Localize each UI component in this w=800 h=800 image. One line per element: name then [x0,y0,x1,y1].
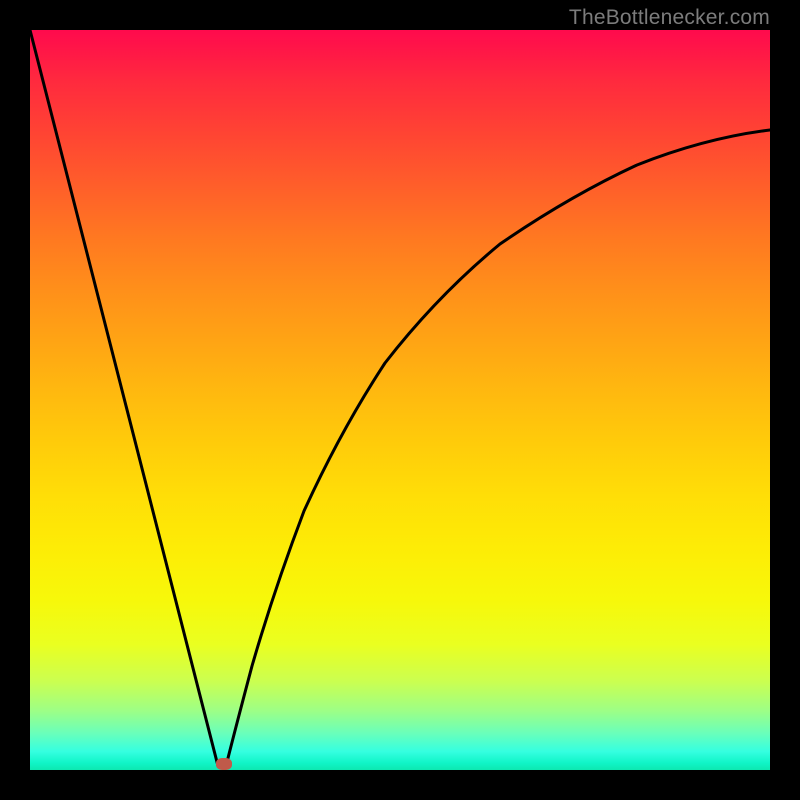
right-rise-curve [226,130,770,766]
bottleneck-marker [216,758,232,770]
left-descent-line [30,30,218,766]
plot-area [30,30,770,770]
curve-layer [30,30,770,770]
chart-frame: TheBottlenecker.com [0,0,800,800]
watermark-text: TheBottlenecker.com [569,6,770,30]
